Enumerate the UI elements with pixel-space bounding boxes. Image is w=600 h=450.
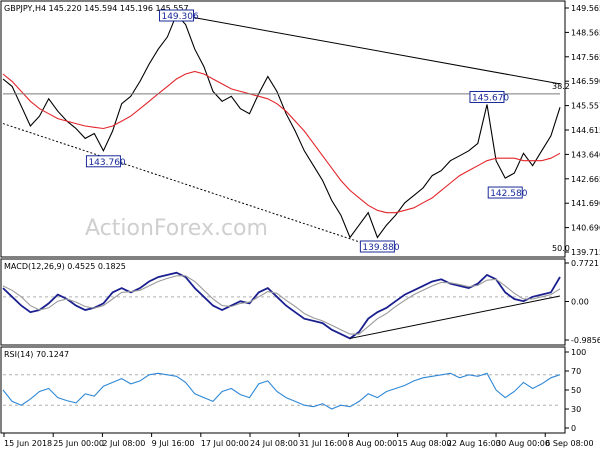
x-tick-label: 22 Aug 16:00 (447, 439, 501, 448)
price-callout-label: 145.670 (472, 93, 509, 103)
macd-trendline (349, 295, 561, 339)
price-y-tick-label: 141.690 (571, 199, 600, 208)
rsi-y-tick-label: 70 (571, 367, 581, 376)
rsi-panel-frame (0, 346, 566, 434)
price-callout-label: 149.306 (161, 12, 198, 22)
x-tick-label: 6 Sep 08:00 (545, 439, 593, 448)
x-tick-label: 31 Jul 16:00 (299, 439, 347, 448)
x-tick-label: 30 Aug 00:00 (496, 439, 550, 448)
price-y-tick-label: 140.690 (571, 224, 600, 233)
x-tick-label: 15 Aug 08:00 (398, 439, 452, 448)
chart-root: GBPJPY,H4 145.220 145.594 145.196 145.55… (0, 0, 600, 448)
watermark-text: ActionForex.com (85, 216, 268, 241)
macd-y-tick-label: 0.7721 (571, 259, 599, 268)
x-tick-label: 17 Jul 00:00 (201, 439, 249, 448)
price-y-tick-label: 139.715 (571, 248, 600, 257)
macd-chart-title: MACD(12,26,9) 0.4525 0.1825 (4, 262, 126, 271)
rsi-series-line (2, 372, 561, 410)
rsi-y-tick-label: 30 (571, 405, 581, 414)
rsi-chart-title: RSI(14) 70.1247 (4, 350, 69, 359)
macd-series-line (2, 271, 561, 340)
price-y-tick-label: 146.590 (571, 77, 600, 86)
price-y-tick-label: 144.615 (571, 126, 600, 135)
x-tick-label: 15 Jun 2018 (4, 439, 52, 448)
channel-upper-trendline (176, 13, 561, 85)
rsi-y-tick-label: 50 (571, 386, 581, 395)
price-y-tick-label: 145.557 (571, 102, 600, 111)
price-y-tick-label: 149.565 (571, 4, 600, 13)
price-callout-label: 143.760 (88, 158, 125, 168)
price-callout-label: 142.580 (490, 189, 527, 199)
x-tick-label: 25 Jun 00:00 (53, 439, 104, 448)
macd-y-tick-label: -0.9856 (571, 336, 600, 345)
price-y-tick-label: 142.665 (571, 175, 600, 184)
x-tick-label: 9 Jul 16:00 (152, 439, 195, 448)
rsi-y-tick-label: 100 (571, 348, 586, 357)
fib-level-label: 50.0 (552, 244, 570, 253)
x-tick-label: 8 Aug 00:00 (348, 439, 397, 448)
price-y-tick-label: 148.565 (571, 28, 600, 37)
price-y-tick-label: 147.565 (571, 53, 600, 62)
price-callout-label: 139.880 (362, 243, 399, 253)
price-y-tick-label: 143.640 (571, 150, 600, 159)
rsi-y-tick-label: 0 (571, 424, 576, 433)
x-tick-label: 24 Jul 08:00 (250, 439, 298, 448)
macd-y-tick-label: 0.00 (571, 298, 589, 307)
fib-level-label: 38.2 (552, 82, 570, 91)
x-tick-label: 2 Jul 08:00 (102, 439, 145, 448)
